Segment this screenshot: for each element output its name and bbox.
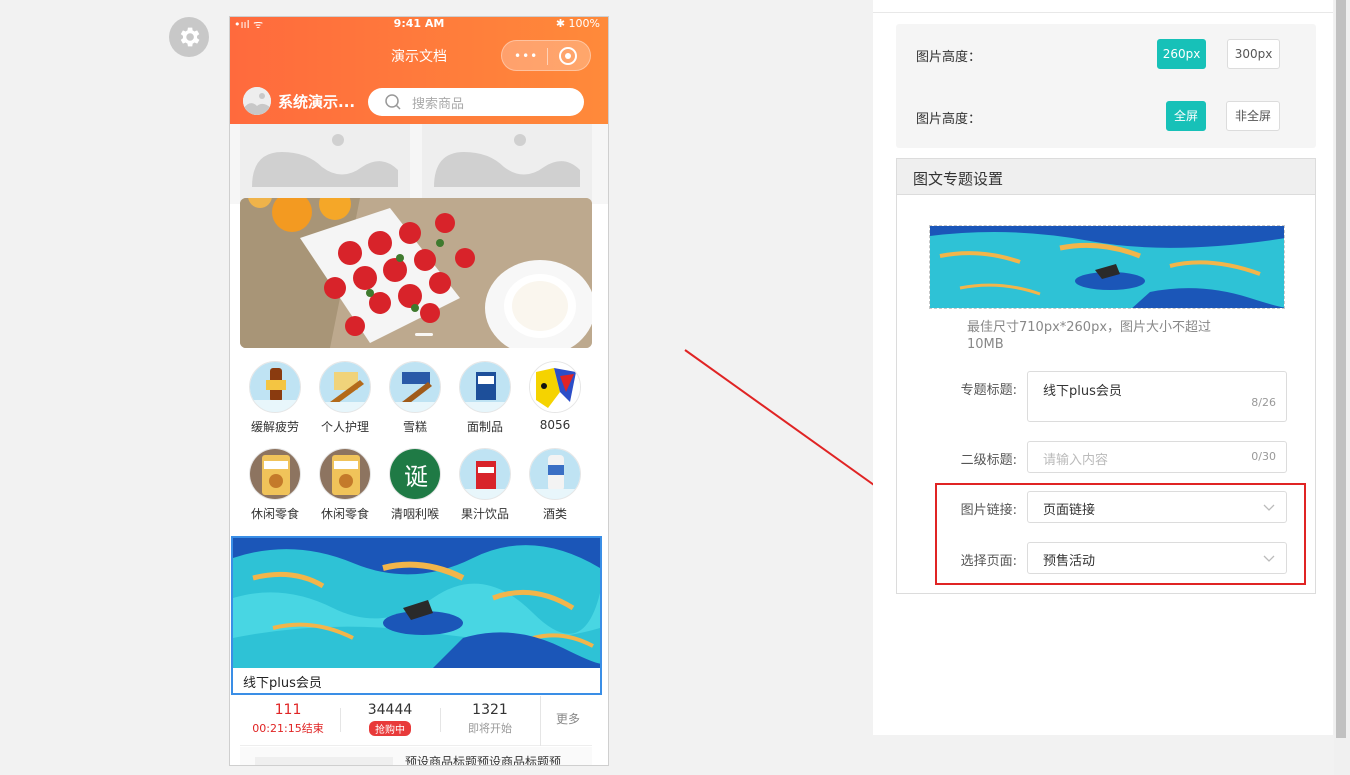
height-260-button[interactable]: 260px: [1157, 39, 1206, 69]
section-title: 图文专题设置: [913, 170, 1004, 188]
flash-col-active[interactable]: 34444 抢购中: [342, 702, 438, 737]
category-item[interactable]: 果汁饮品: [450, 448, 520, 522]
category-item[interactable]: 酒类: [520, 448, 590, 522]
category-item[interactable]: 休闲零食: [240, 448, 310, 522]
fullscreen-button[interactable]: 全屏: [1166, 101, 1206, 131]
status-bar: •ııl ᯤ 9:41 AM ✱ 100%: [230, 17, 608, 31]
goods-thumb: [255, 757, 393, 765]
highlight-box: [935, 483, 1306, 585]
flash-sale-bar: 111 00:21:15结束 34444 抢购中 1321 即将开始 更多: [240, 696, 592, 746]
more-dots-icon[interactable]: •••: [514, 50, 538, 62]
char-count: 8/26: [1251, 396, 1276, 409]
upload-hint: 最佳尺寸710px*260px，图片大小不超过10MB: [967, 320, 1212, 352]
image-height-card: 图片高度： 260px 300px 图片高度： 全屏 非全屏: [896, 24, 1316, 148]
shop-name: 系统演示...: [278, 93, 356, 111]
category-item[interactable]: 雪糕: [380, 361, 450, 435]
non-fullscreen-button[interactable]: 非全屏: [1226, 101, 1280, 131]
svg-text:诞: 诞: [404, 463, 428, 491]
category-item[interactable]: 诞 清咽利喉: [380, 448, 450, 522]
banner-indicator: [415, 333, 433, 336]
topic-article-block[interactable]: 线下plus会员: [231, 536, 602, 695]
category-item[interactable]: 缓解疲劳: [240, 361, 310, 435]
flash-col-ended[interactable]: 111 00:21:15结束: [240, 702, 336, 736]
screen-label: 图片高度：: [916, 112, 982, 127]
settings-panel: 图片高度： 260px 300px 图片高度： 全屏 非全屏 图文专题设置 最佳…: [873, 0, 1333, 735]
subtitle-field[interactable]: 请输入内容 0/30: [1027, 441, 1287, 473]
search-icon: [385, 94, 401, 110]
search-placeholder: 搜索商品: [412, 97, 465, 112]
image-placeholders: [230, 124, 608, 204]
avatar: [243, 87, 271, 115]
settings-gear-icon[interactable]: [169, 17, 209, 57]
topic-settings-section: 图文专题设置 最佳尺寸710px*260px，图片大小不超过10MB 专题标题:…: [896, 158, 1316, 594]
header-bar: •ııl ᯤ 9:41 AM ✱ 100% 演示文档 ••• 系统演示... 搜…: [230, 17, 608, 124]
banner-image[interactable]: [240, 198, 592, 348]
status-time: 9:41 AM: [393, 17, 445, 30]
image-placeholder-icon: [240, 124, 410, 204]
article-title: 线下plus会员: [243, 676, 322, 691]
menu-capsule[interactable]: •••: [501, 40, 591, 71]
topic-image-upload[interactable]: [929, 225, 1285, 309]
goods-title: 预设商品标题预设商品标题预: [405, 755, 562, 766]
topic-title-label: 专题标题:: [960, 383, 1017, 398]
category-item[interactable]: 8056: [520, 361, 590, 432]
height-label: 图片高度：: [916, 50, 982, 65]
search-input[interactable]: 搜索商品: [368, 88, 584, 116]
flash-col-upcoming[interactable]: 1321 即将开始: [442, 702, 538, 736]
char-count: 0/30: [1251, 450, 1276, 463]
goods-item[interactable]: 预设商品标题预设商品标题预: [240, 747, 592, 766]
status-badge: 抢购中: [369, 721, 411, 736]
category-item[interactable]: 个人护理: [310, 361, 380, 435]
topic-image: [233, 538, 600, 668]
section-header: 图文专题设置: [897, 159, 1315, 195]
phone-preview: •ııl ᯤ 9:41 AM ✱ 100% 演示文档 ••• 系统演示... 搜…: [229, 16, 609, 766]
image-placeholder-icon: [422, 124, 592, 204]
close-target-icon[interactable]: [559, 47, 577, 65]
topic-title-field[interactable]: 线下plus会员 8/26: [1027, 371, 1287, 422]
category-item[interactable]: 面制品: [450, 361, 520, 435]
category-item[interactable]: 休闲零食: [310, 448, 380, 522]
page-scrollbar[interactable]: [1334, 0, 1350, 775]
battery-icon: ✱ 100%: [555, 17, 600, 30]
more-link[interactable]: 更多: [556, 710, 580, 727]
subtitle-label: 二级标题:: [960, 453, 1017, 468]
height-300-button[interactable]: 300px: [1227, 39, 1280, 69]
